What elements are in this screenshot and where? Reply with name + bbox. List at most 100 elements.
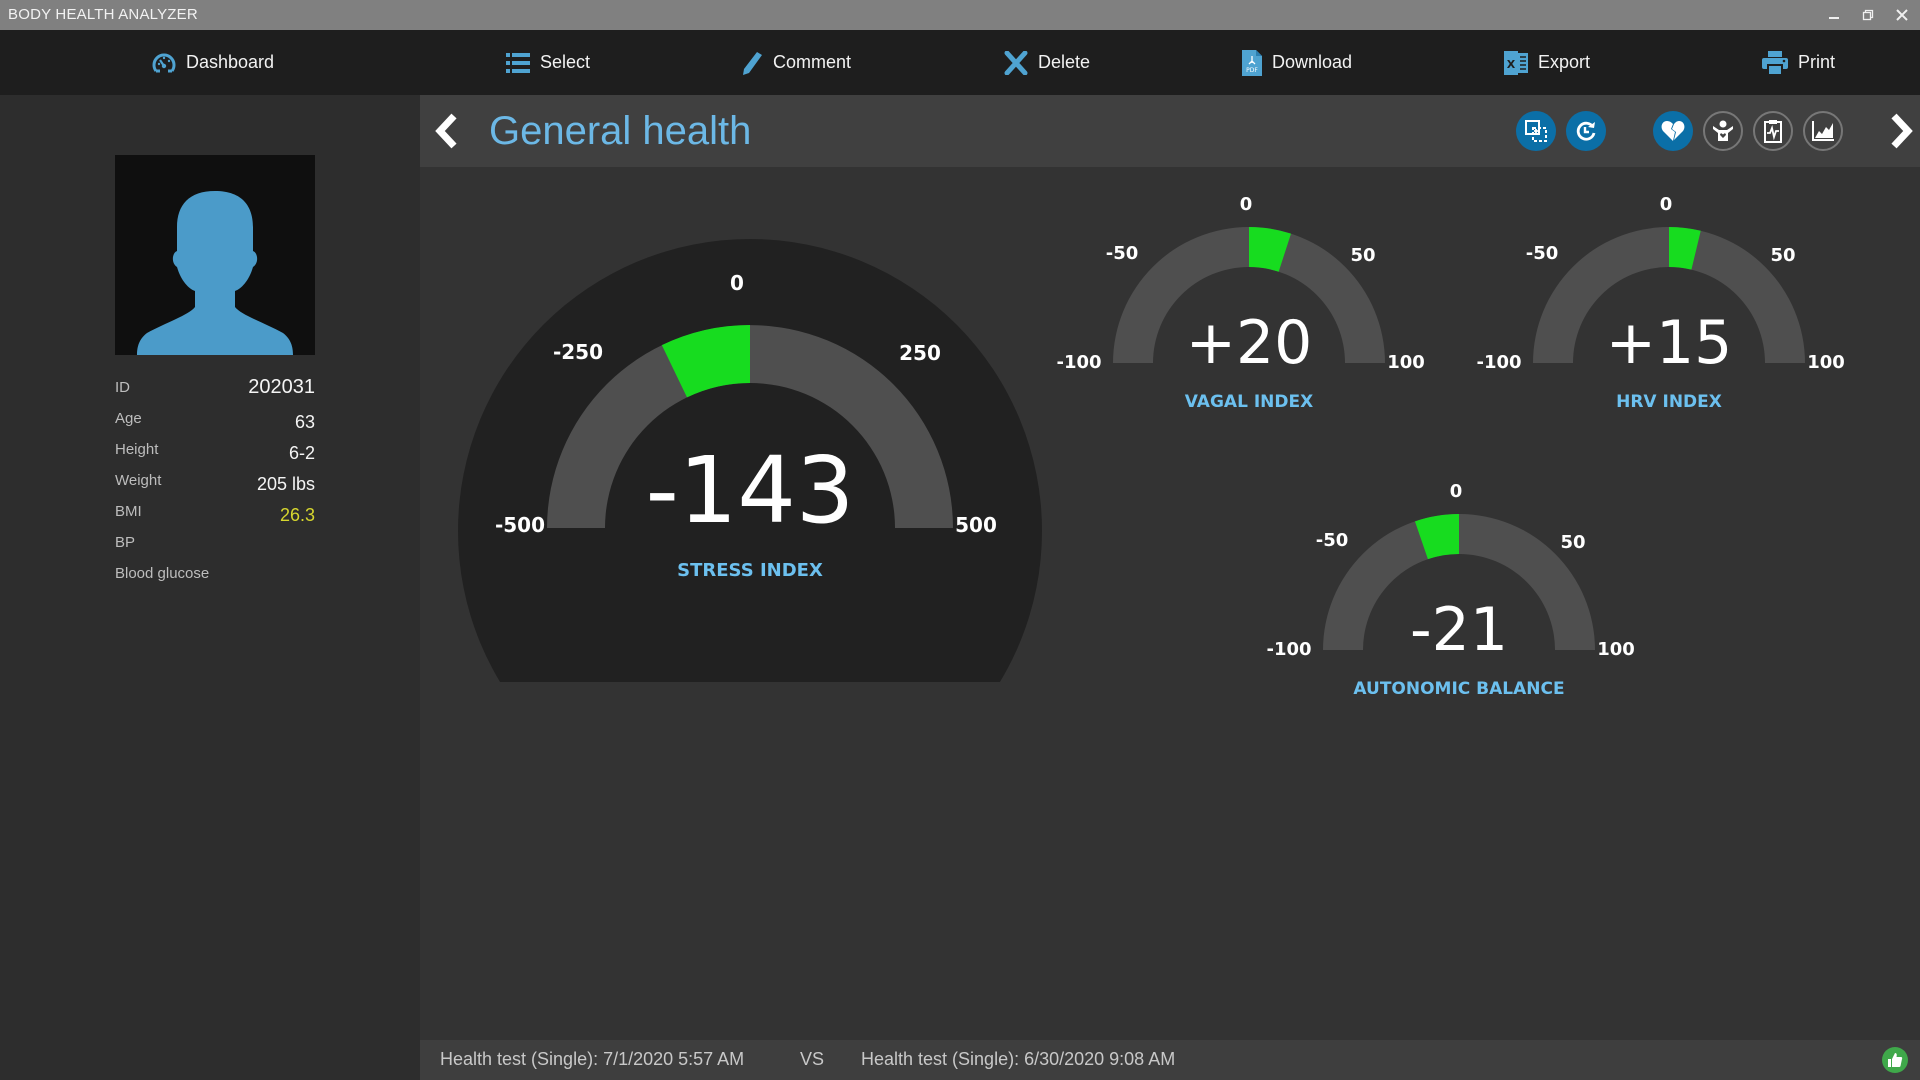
history-icon [1576, 121, 1596, 141]
toolbar: Dashboard Select Comment Delete PDF Down… [0, 30, 1920, 95]
print-button[interactable]: Print [1762, 30, 1835, 95]
stress-tick-label: 0 [730, 271, 744, 295]
minimize-icon [1829, 17, 1839, 19]
compare-icon [1525, 120, 1547, 142]
stress-gauge-backdrop [458, 239, 1042, 682]
user-silhouette-icon [137, 191, 293, 355]
info-label: Weight [115, 471, 162, 489]
autonomic-tick-label: -100 [1266, 639, 1311, 660]
info-label: ID [115, 378, 130, 396]
hrv-tick-label: 100 [1807, 352, 1845, 373]
bmi-value: 26.3 [279, 504, 315, 525]
compare-button[interactable] [1516, 111, 1556, 151]
info-label: Blood glucose [115, 564, 210, 582]
status-bar: Health test (Single): 7/1/2020 5:57 AM V… [420, 1040, 1920, 1080]
info-row-height: Height 6-2 [115, 436, 315, 463]
download-label: Download [1272, 52, 1353, 72]
vagal-tick-label: 100 [1387, 352, 1425, 373]
info-row-age: Age 63 [115, 405, 315, 432]
thumbs-up-icon [1888, 1053, 1903, 1067]
stress-gauge-value-arc [661, 325, 750, 398]
content-header: General health [420, 95, 1920, 167]
autonomic-tick-label: 50 [1560, 532, 1585, 553]
select-label: Select [540, 52, 591, 72]
trend-chart-button[interactable] [1803, 111, 1843, 151]
chevron-left-icon [435, 113, 457, 149]
stress-gauge-value: -143 [646, 437, 855, 544]
info-row-bp: BP [115, 529, 315, 555]
info-value: 205 lbs [256, 473, 315, 494]
info-value: 63 [294, 411, 315, 432]
info-row-bmi: BMI 26.3 [115, 498, 315, 525]
person-heart-icon [1713, 120, 1733, 141]
delete-button[interactable]: Delete [1004, 30, 1090, 95]
svg-text:PDF: PDF [1246, 67, 1258, 74]
vagal-gauge-value: +20 [1186, 308, 1313, 378]
stress-gauge-track [547, 325, 953, 528]
info-label: Age [115, 409, 142, 427]
current-test-label: Health test (Single): 7/1/2020 5:57 AM [440, 1049, 745, 1069]
info-label: Height [115, 440, 159, 458]
compared-test-label: Health test (Single): 6/30/2020 9:08 AM [861, 1049, 1176, 1069]
vagal-gauge-value-arc [1249, 227, 1292, 272]
autonomic-tick-label: 0 [1450, 481, 1463, 502]
next-page-button[interactable] [1880, 111, 1920, 151]
info-label: BP [115, 533, 136, 551]
autonomic-tick-label: 100 [1597, 639, 1635, 660]
broken-heart-icon [1661, 121, 1685, 141]
info-row-weight: Weight 205 lbs [115, 467, 315, 494]
delete-label: Delete [1038, 52, 1091, 72]
minimize-button[interactable] [1820, 4, 1848, 26]
hrv-gauge-value-arc [1669, 227, 1701, 270]
hrv-gauge-value: +15 [1606, 308, 1733, 378]
excel-icon: X [1504, 50, 1528, 75]
vagal-gauge-title: VAGAL INDEX [1185, 392, 1313, 412]
export-button[interactable]: X Export [1504, 30, 1590, 95]
autonomic-gauge-title: AUTONOMIC BALANCE [1353, 679, 1564, 699]
svg-text:X: X [1507, 58, 1516, 71]
hrv-gauge-title: HRV INDEX [1616, 392, 1722, 412]
hrv-gauge: -100 -50 0 50 100 +15 HRV INDEX [1476, 194, 1844, 412]
dashboard-icon [152, 53, 176, 72]
avatar [115, 155, 315, 355]
previous-page-button[interactable] [428, 111, 468, 151]
wellbeing-button[interactable] [1703, 111, 1743, 151]
area-chart-icon [1812, 121, 1834, 141]
info-row-id: ID 202031 [115, 374, 315, 400]
info-label: BMI [115, 502, 142, 520]
autonomic-gauge-track [1323, 514, 1595, 650]
dashboard-button[interactable]: Dashboard [152, 30, 274, 95]
hrv-tick-label: 0 [1660, 194, 1673, 215]
close-button[interactable] [1888, 4, 1916, 26]
vs-label: VS [800, 1049, 825, 1069]
print-label: Print [1798, 52, 1836, 72]
clipboard-pulse-icon [1764, 120, 1782, 143]
export-label: Export [1538, 52, 1591, 72]
stress-tick-label: 500 [955, 513, 997, 537]
stress-tick-label: -250 [553, 340, 603, 364]
pdf-icon: PDF [1242, 49, 1262, 76]
dashboard-label: Dashboard [186, 52, 275, 72]
info-row-blood-glucose: Blood glucose [115, 560, 315, 586]
select-button[interactable]: Select [506, 30, 590, 95]
title-bar: BODY HEALTH ANALYZER [0, 0, 1920, 30]
hrv-tick-label: -100 [1476, 352, 1521, 373]
vagal-tick-label: -50 [1106, 243, 1139, 264]
restore-button[interactable] [1854, 4, 1882, 26]
status-ok-indicator [1882, 1047, 1908, 1073]
autonomic-tick-label: -50 [1316, 530, 1349, 551]
heart-health-button[interactable] [1653, 111, 1693, 151]
info-value: 202031 [248, 375, 315, 398]
hrv-tick-label: -50 [1526, 243, 1559, 264]
medical-report-button[interactable] [1753, 111, 1793, 151]
history-button[interactable] [1566, 111, 1606, 151]
x-icon [1004, 50, 1028, 75]
stress-gauge-title: STRESS INDEX [677, 560, 823, 581]
download-button[interactable]: PDF Download [1242, 30, 1352, 95]
vagal-tick-label: -100 [1056, 352, 1101, 373]
stress-tick-label: -500 [495, 513, 545, 537]
app-title: BODY HEALTH ANALYZER [8, 6, 198, 23]
comment-button[interactable]: Comment [741, 30, 851, 95]
hrv-gauge-track [1533, 227, 1805, 363]
vagal-gauge: -100 -50 0 50 100 +20 VAGAL INDEX [1056, 194, 1424, 412]
